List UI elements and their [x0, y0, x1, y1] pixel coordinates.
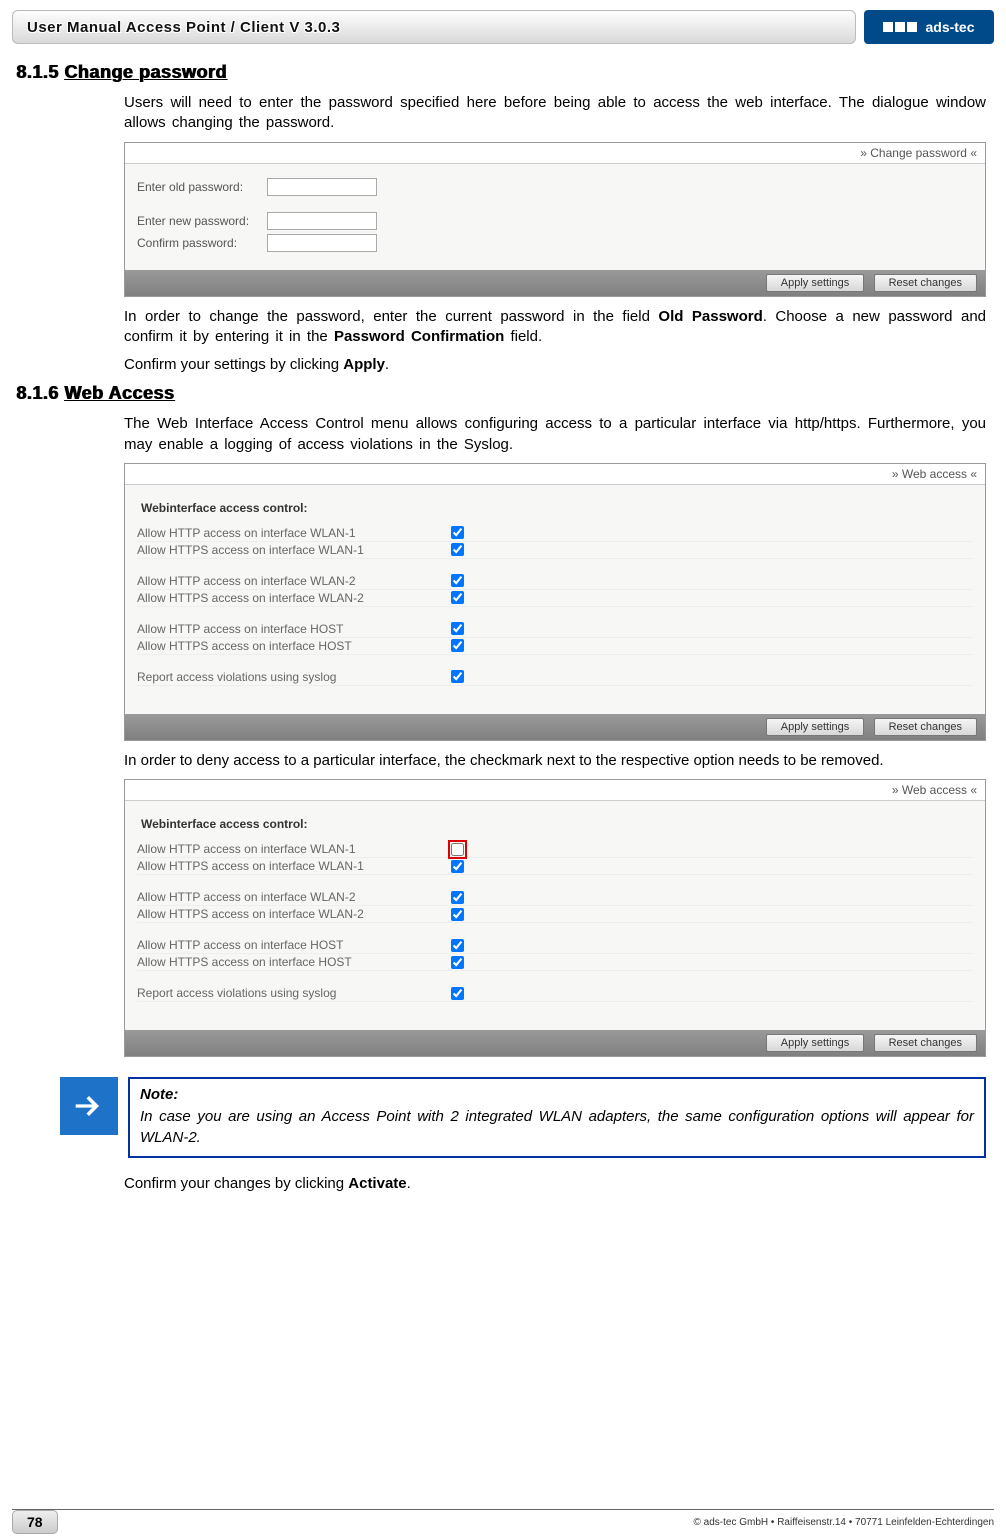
note-text: In case you are using an Access Point wi…: [140, 1107, 974, 1148]
note-title: Note:: [140, 1085, 974, 1105]
checkbox-label: Allow HTTP access on interface HOST: [137, 938, 447, 952]
new-password-input[interactable]: [267, 212, 377, 230]
reset-changes-button[interactable]: Reset changes: [874, 1034, 977, 1052]
brand-logo: ads-tec: [864, 10, 994, 44]
label-new-password: Enter new password:: [137, 214, 267, 228]
web-access-panel: » Web access « Webinterface access contr…: [124, 463, 986, 741]
paragraph: In order to change the password, enter t…: [124, 307, 986, 348]
label-old-password: Enter old password:: [137, 180, 267, 194]
paragraph: In order to deny access to a particular …: [124, 751, 986, 771]
checkbox-label: Allow HTTP access on interface HOST: [137, 622, 447, 636]
old-password-input[interactable]: [267, 178, 377, 196]
section-heading-change-password: 8.1.5 Change password: [16, 62, 994, 83]
section-title: Web Access: [64, 383, 174, 403]
http-wlan2-checkbox[interactable]: [451, 891, 464, 904]
checkbox-label: Report access violations using syslog: [137, 670, 447, 684]
panel-breadcrumb: » Change password «: [125, 143, 985, 164]
section-heading-web-access: 8.1.6 Web Access: [16, 383, 994, 404]
reset-changes-button[interactable]: Reset changes: [874, 274, 977, 292]
paragraph: Confirm your settings by clicking Apply.: [124, 355, 986, 375]
change-password-panel: » Change password « Enter old password: …: [124, 142, 986, 297]
panel-breadcrumb: » Web access «: [125, 780, 985, 801]
https-wlan2-checkbox[interactable]: [451, 591, 464, 604]
paragraph: Users will need to enter the password sp…: [124, 93, 986, 134]
https-host-checkbox[interactable]: [451, 639, 464, 652]
apply-settings-button[interactable]: Apply settings: [766, 1034, 864, 1052]
panel-breadcrumb: » Web access «: [125, 464, 985, 485]
brand-logo-text: ads-tec: [925, 19, 974, 35]
panel-subheading: Webinterface access control:: [137, 811, 973, 841]
note-arrow-icon: [60, 1077, 118, 1135]
paragraph: Confirm your changes by clicking Activat…: [124, 1174, 986, 1194]
checkbox-label: Allow HTTP access on interface WLAN-2: [137, 574, 447, 588]
section-number: 8.1.6: [16, 383, 59, 403]
panel-subheading: Webinterface access control:: [137, 495, 973, 525]
checkbox-label: Allow HTTP access on interface WLAN-1: [137, 842, 447, 856]
checkbox-label: Allow HTTPS access on interface HOST: [137, 639, 447, 653]
checkbox-label: Allow HTTPS access on interface WLAN-1: [137, 859, 447, 873]
https-wlan1-checkbox[interactable]: [451, 543, 464, 556]
checkbox-label: Report access violations using syslog: [137, 986, 447, 1000]
page-number: 78: [12, 1510, 58, 1534]
label-confirm-password: Confirm password:: [137, 236, 267, 250]
checkbox-label: Allow HTTP access on interface WLAN-1: [137, 526, 447, 540]
checkbox-label: Allow HTTPS access on interface WLAN-1: [137, 543, 447, 557]
apply-settings-button[interactable]: Apply settings: [766, 274, 864, 292]
syslog-report-checkbox[interactable]: [451, 670, 464, 683]
http-wlan1-checkbox-unchecked[interactable]: [451, 843, 464, 856]
checkbox-label: Allow HTTPS access on interface HOST: [137, 955, 447, 969]
http-wlan1-checkbox[interactable]: [451, 526, 464, 539]
checkbox-label: Allow HTTP access on interface WLAN-2: [137, 890, 447, 904]
footer-copyright: © ads-tec GmbH • Raiffeisenstr.14 • 7077…: [58, 1517, 994, 1528]
https-host-checkbox[interactable]: [451, 956, 464, 969]
confirm-password-input[interactable]: [267, 234, 377, 252]
checkbox-label: Allow HTTPS access on interface WLAN-2: [137, 907, 447, 921]
section-number: 8.1.5: [16, 62, 59, 82]
paragraph: The Web Interface Access Control menu al…: [124, 414, 986, 455]
web-access-panel-example: » Web access « Webinterface access contr…: [124, 779, 986, 1057]
section-title: Change password: [64, 62, 227, 82]
note-box: Note: In case you are using an Access Po…: [128, 1077, 986, 1158]
apply-settings-button[interactable]: Apply settings: [766, 718, 864, 736]
http-host-checkbox[interactable]: [451, 939, 464, 952]
https-wlan2-checkbox[interactable]: [451, 908, 464, 921]
checkbox-label: Allow HTTPS access on interface WLAN-2: [137, 591, 447, 605]
https-wlan1-checkbox[interactable]: [451, 860, 464, 873]
syslog-report-checkbox[interactable]: [451, 987, 464, 1000]
doc-header-title: User Manual Access Point / Client V 3.0.…: [12, 10, 856, 44]
reset-changes-button[interactable]: Reset changes: [874, 718, 977, 736]
http-wlan2-checkbox[interactable]: [451, 574, 464, 587]
http-host-checkbox[interactable]: [451, 622, 464, 635]
